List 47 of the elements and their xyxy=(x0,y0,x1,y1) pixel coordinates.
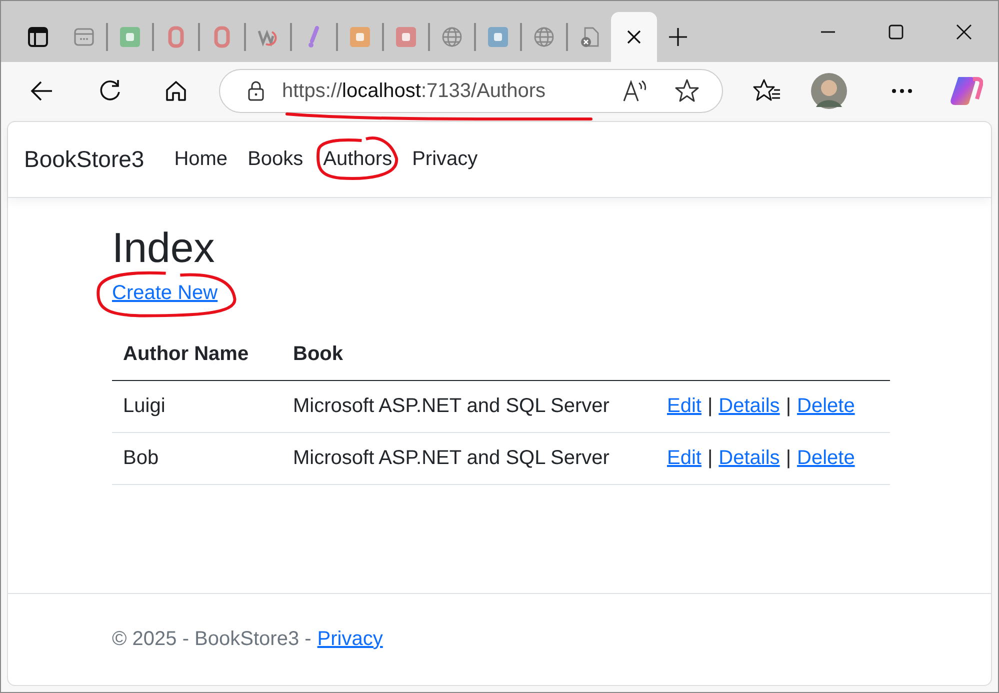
action-link[interactable]: Delete xyxy=(797,447,855,469)
page-heading: Index xyxy=(112,224,216,272)
more-icon[interactable] xyxy=(891,88,913,94)
table-cell: Bob xyxy=(112,432,282,484)
copyright-text: © 2025 - BookStore3 - xyxy=(112,628,312,651)
site-icon xyxy=(119,26,141,48)
separator-text: | xyxy=(786,447,792,469)
create-new-link[interactable]: Create New xyxy=(112,282,218,304)
star-icon[interactable] xyxy=(674,78,700,104)
address-bar[interactable]: https://localhost:7133/Authors xyxy=(219,69,723,113)
separator-text: | xyxy=(786,395,792,417)
column-header: Book xyxy=(282,329,656,380)
close-icon[interactable] xyxy=(626,29,642,45)
maximize-icon[interactable] xyxy=(888,24,904,40)
site-icon xyxy=(487,26,509,48)
globe-icon xyxy=(441,26,463,48)
sidebar-icon[interactable] xyxy=(27,26,49,48)
separator-text: | xyxy=(707,447,713,469)
lock-icon xyxy=(246,80,266,102)
browser-tab[interactable] xyxy=(611,12,657,62)
site-icon xyxy=(395,26,417,48)
action-link[interactable]: Edit xyxy=(667,447,702,469)
table-cell: Microsoft ASP.NET and SQL Server xyxy=(282,380,656,432)
privacy-link[interactable]: Privacy xyxy=(317,628,383,651)
home-icon[interactable] xyxy=(163,78,189,104)
read-aloud-icon[interactable] xyxy=(622,79,648,103)
globe-icon xyxy=(533,26,555,48)
brand-link[interactable]: BookStore3 xyxy=(24,146,144,173)
url-text: https://localhost:7133/Authors xyxy=(282,80,546,102)
nav-link[interactable]: Privacy xyxy=(412,148,478,170)
table-cell: Microsoft ASP.NET and SQL Server xyxy=(282,432,656,484)
document-error-icon xyxy=(579,26,601,48)
new-tab-icon[interactable] xyxy=(667,26,689,48)
action-link[interactable]: Delete xyxy=(797,395,855,417)
nav-link[interactable]: Books xyxy=(248,148,304,170)
site-icon xyxy=(349,26,371,48)
action-link[interactable]: Details xyxy=(718,395,780,417)
nav-link[interactable]: Authors xyxy=(323,148,392,170)
nav-link[interactable]: Home xyxy=(174,148,228,170)
window-icon xyxy=(73,26,95,48)
column-header: Author Name xyxy=(112,329,282,380)
table-cell: Luigi xyxy=(112,380,282,432)
separator-text: | xyxy=(707,395,713,417)
action-link[interactable]: Details xyxy=(718,447,780,469)
action-link[interactable]: Edit xyxy=(667,395,702,417)
close-icon[interactable] xyxy=(956,24,972,40)
avatar[interactable] xyxy=(811,73,847,109)
